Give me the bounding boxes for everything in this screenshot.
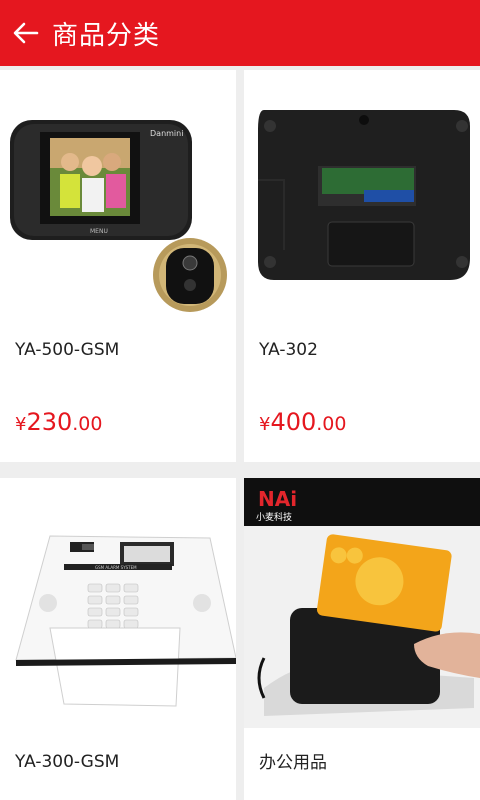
page-title: 商品分类 (52, 20, 161, 51)
product-price: ¥400.00 (259, 408, 347, 436)
product-card[interactable]: Danmini MENU YA-500-GSM ¥230.00 (0, 70, 236, 462)
doorbell-brand: Danmini (150, 129, 183, 138)
product-card[interactable]: GSM ALARM SYSTEM YA-300-GSM (0, 478, 236, 800)
product-name: 办公用品 (259, 753, 327, 773)
product-image-alarm-panel: GSM ALARM SYSTEM (0, 478, 236, 728)
doorbell-menu: MENU (90, 228, 108, 235)
back-button[interactable] (0, 0, 52, 66)
product-name: YA-500-GSM (15, 340, 120, 360)
product-card[interactable]: NAi 小麦科技 办公用品 (244, 478, 480, 800)
arrow-left-icon (13, 22, 39, 44)
product-image-office: NAi 小麦科技 (244, 478, 480, 728)
product-image-doorbell: Danmini MENU (0, 70, 236, 320)
product-image-alarm-back (244, 70, 480, 320)
banner-sub: 小麦科技 (256, 511, 292, 523)
product-price: ¥230.00 (15, 408, 103, 436)
banner-logo: NAi (258, 487, 297, 511)
product-card[interactable]: YA-302 ¥400.00 (244, 70, 480, 462)
product-name: YA-300-GSM (15, 752, 120, 772)
panel-label: GSM ALARM SYSTEM (95, 565, 137, 570)
product-name: YA-302 (259, 340, 318, 360)
app-header: 商品分类 (0, 0, 480, 66)
